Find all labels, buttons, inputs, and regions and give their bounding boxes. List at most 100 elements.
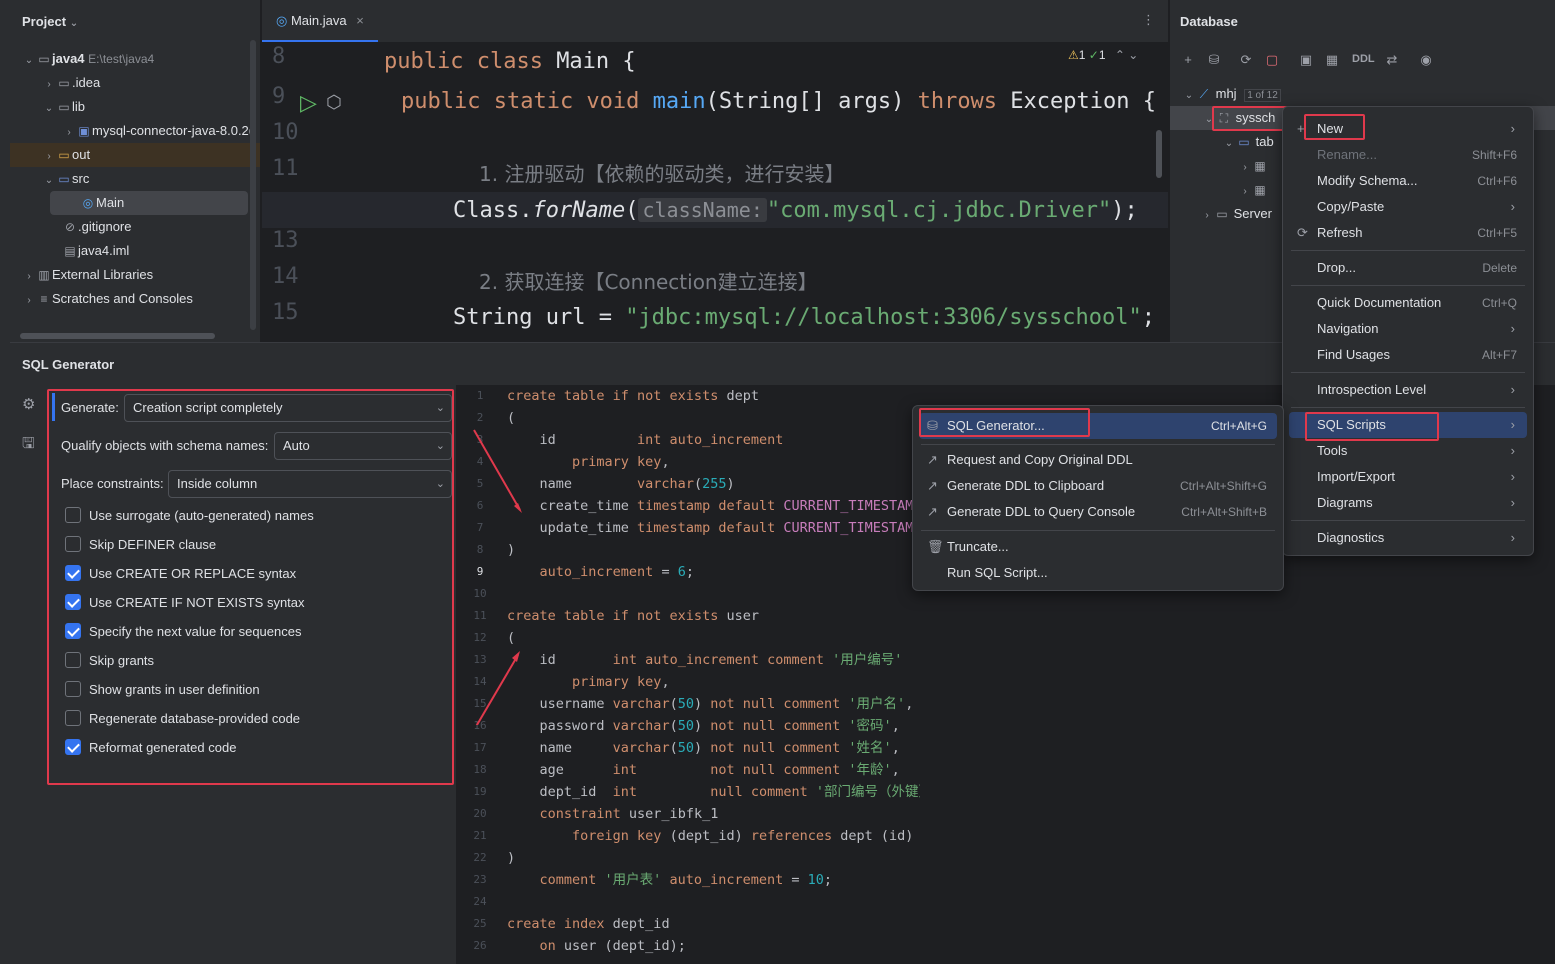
- tree-item-external-libraries[interactable]: › ▥ External Libraries: [22, 263, 153, 287]
- sql-line: username varchar(50) not null comment '用…: [507, 696, 914, 712]
- menu-item-new[interactable]: + New ›: [1289, 116, 1527, 142]
- ddl-button[interactable]: DDL: [1352, 53, 1375, 65]
- code-line-9: public static void main(String[] args) t…: [401, 89, 1156, 114]
- jump-icon[interactable]: ⇄: [1382, 50, 1402, 70]
- db-table-2[interactable]: › ▦: [1238, 178, 1268, 202]
- code-line-15: String url = "jdbc:mysql://localhost:330…: [453, 305, 1155, 330]
- focus-indicator: [52, 393, 55, 421]
- db-table-1[interactable]: › ▦: [1238, 154, 1268, 178]
- sql-line: dept_id int null comment '部门编号（外键）',: [507, 784, 921, 800]
- option-next-value-sequences[interactable]: Specify the next value for sequences: [65, 622, 301, 642]
- chevron-right-icon: ›: [1510, 417, 1515, 432]
- menu-item-import-export[interactable]: Import/Export ›: [1289, 464, 1527, 490]
- place-constraints-select[interactable]: Inside column ⌄: [168, 470, 452, 498]
- chevron-right-icon: ›: [1510, 469, 1515, 484]
- add-icon[interactable]: +: [1178, 50, 1198, 70]
- menu-item-copy-paste[interactable]: Copy/Paste ›: [1289, 194, 1527, 220]
- tree-item-lib[interactable]: ⌄ ▭ lib: [42, 95, 85, 119]
- menu-separator: [921, 444, 1275, 445]
- chevron-right-icon: ›: [1510, 495, 1515, 510]
- submenu-item-ddl-console[interactable]: ↗ Generate DDL to Query Console Ctrl+Alt+S…: [919, 499, 1277, 525]
- tree-item-scratches[interactable]: › ≡ Scratches and Consoles: [22, 287, 193, 311]
- tree-item-iml[interactable]: ▤ java4.iml: [62, 239, 129, 263]
- menu-item-rename[interactable]: Rename... Shift+F6: [1289, 142, 1527, 168]
- code-area[interactable]: 8 9 10 11 12 13 14 15 ▷ ⬡ public class M…: [262, 42, 1168, 342]
- run-gutter-icon[interactable]: ▷: [300, 90, 317, 116]
- library-icon: ▥: [38, 268, 50, 282]
- server-icon: ▭: [1216, 207, 1228, 221]
- tree-root[interactable]: ⌄ ▭ java4 E:\test\java4: [22, 47, 154, 71]
- db-tables-folder[interactable]: ⌄ ▭ tab: [1222, 130, 1274, 154]
- menu-item-refresh[interactable]: ⟳ Refresh Ctrl+F5: [1289, 220, 1527, 246]
- db-server-objects[interactable]: › ▭ Server: [1200, 202, 1272, 226]
- submenu-item-truncate[interactable]: 🗑 Truncate...: [919, 534, 1277, 560]
- tree-item-gitignore[interactable]: ⊘ .gitignore: [62, 215, 132, 239]
- menu-item-tools[interactable]: Tools ›: [1289, 438, 1527, 464]
- db-schema-syssch[interactable]: ⌄ ⛶ syssch: [1202, 106, 1276, 130]
- tree-item-mysql-jar[interactable]: › ▣ mysql-connector-java-8.0.2(: [62, 119, 260, 143]
- tree-item-src[interactable]: ⌄ ▭ src: [42, 167, 90, 191]
- submenu-item-run-sql-script[interactable]: Run SQL Script...: [919, 560, 1277, 586]
- menu-item-quick-documentation[interactable]: Quick Documentation Ctrl+Q: [1289, 290, 1527, 316]
- option-skip-definer[interactable]: Skip DEFINER clause: [65, 535, 216, 555]
- option-create-if-not-exists[interactable]: Use CREATE IF NOT EXISTS syntax: [65, 593, 305, 613]
- tab-main-java[interactable]: ◎ Main.java ×: [262, 0, 378, 42]
- checkbox[interactable]: [65, 623, 81, 639]
- refresh-icon[interactable]: ⟳: [1236, 50, 1256, 70]
- checkbox[interactable]: [65, 507, 81, 523]
- console-icon[interactable]: ▣: [1296, 50, 1316, 70]
- tree-item-out[interactable]: › ▭ out: [10, 143, 260, 167]
- submenu-item-request-ddl[interactable]: ↗ Request and Copy Original DDL: [919, 447, 1277, 473]
- generate-select[interactable]: Creation script completely ⌄: [124, 394, 452, 422]
- view-options-icon[interactable]: ◉: [1416, 50, 1436, 70]
- checkbox[interactable]: [65, 652, 81, 668]
- submenu-item-sql-generator[interactable]: ⛁ SQL Generator... Ctrl+Alt+G: [919, 413, 1277, 439]
- sql-line: id int auto_increment comment '用户编号': [507, 652, 903, 668]
- menu-item-modify-schema[interactable]: Modify Schema... Ctrl+F6: [1289, 168, 1527, 194]
- horizontal-scrollbar[interactable]: [20, 333, 215, 339]
- checkbox[interactable]: [65, 681, 81, 697]
- menu-item-diagrams[interactable]: Diagrams ›: [1289, 490, 1527, 516]
- debug-gutter-icon[interactable]: ⬡: [326, 92, 342, 113]
- sql-line: constraint user_ibfk_1: [507, 806, 719, 822]
- scratches-icon: ≡: [40, 292, 48, 306]
- db-connection-mhj[interactable]: ⌄ ⟋ mhj 1 of 12: [1182, 82, 1281, 106]
- menu-item-navigation[interactable]: Navigation ›: [1289, 316, 1527, 342]
- java-class-icon: ◎: [276, 13, 291, 28]
- param-hint: className:: [638, 198, 767, 222]
- menu-item-sql-scripts[interactable]: SQL Scripts ›: [1289, 412, 1527, 438]
- tree-item-idea[interactable]: › ▭ .idea: [42, 71, 100, 95]
- option-create-or-replace[interactable]: Use CREATE OR REPLACE syntax: [65, 564, 296, 584]
- table-icon: ▦: [1254, 159, 1266, 173]
- checkbox[interactable]: [65, 739, 81, 755]
- vertical-scrollbar[interactable]: [250, 40, 256, 330]
- settings-icon[interactable]: ⚙: [22, 395, 35, 413]
- option-skip-grants[interactable]: Skip grants: [65, 651, 154, 671]
- editor-scrollbar[interactable]: [1156, 130, 1162, 178]
- table-icon[interactable]: ▦: [1322, 50, 1342, 70]
- checkbox[interactable]: [65, 536, 81, 552]
- option-reformat-code[interactable]: Reformat generated code: [65, 738, 236, 758]
- checkbox[interactable]: [65, 594, 81, 610]
- stop-icon[interactable]: ▢: [1262, 50, 1282, 70]
- close-icon[interactable]: ×: [356, 13, 364, 28]
- menu-item-diagnostics[interactable]: Diagnostics ›: [1289, 525, 1527, 551]
- menu-item-drop[interactable]: Drop... Delete: [1289, 255, 1527, 281]
- option-surrogate-names[interactable]: Use surrogate (auto-generated) names: [65, 506, 314, 526]
- option-regenerate-code[interactable]: Regenerate database-provided code: [65, 709, 300, 729]
- more-options-icon[interactable]: ⋮: [1142, 12, 1155, 28]
- qualify-select[interactable]: Auto ⌄: [274, 432, 452, 460]
- menu-item-find-usages[interactable]: Find Usages Alt+F7: [1289, 342, 1527, 368]
- chevron-right-icon: ›: [1510, 443, 1515, 458]
- tree-item-main[interactable]: ◎ Main: [50, 191, 248, 215]
- project-title[interactable]: Project ⌄: [22, 14, 78, 29]
- checkbox[interactable]: [65, 565, 81, 581]
- folder-icon: ▭: [1238, 135, 1250, 149]
- sql-lines: create table if not exists dept( id int …: [507, 385, 920, 964]
- option-show-grants[interactable]: Show grants in user definition: [65, 680, 260, 700]
- checkbox[interactable]: [65, 710, 81, 726]
- save-icon[interactable]: 🖫: [22, 433, 35, 458]
- datasource-properties-icon[interactable]: ⛁: [1204, 50, 1224, 70]
- menu-item-introspection-level[interactable]: Introspection Level ›: [1289, 377, 1527, 403]
- submenu-item-ddl-clipboard[interactable]: ↗ Generate DDL to Clipboard Ctrl+Alt+Shift…: [919, 473, 1277, 499]
